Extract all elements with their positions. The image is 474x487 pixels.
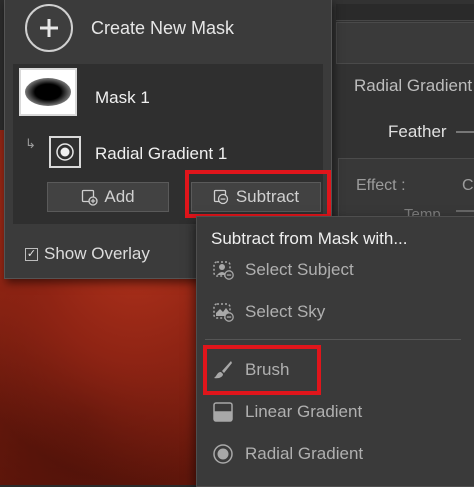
subtract-dropdown-menu: Subtract from Mask with... Select Subjec… (196, 216, 474, 487)
radial-gradient-icon (213, 444, 233, 464)
component-name[interactable]: Radial Gradient 1 (95, 144, 227, 164)
feather-label: Feather (388, 122, 447, 141)
plus-icon (40, 19, 58, 37)
menu-item-select-sky[interactable]: Select Sky (211, 297, 325, 327)
mask-name[interactable]: Mask 1 (95, 88, 150, 108)
temp-slider[interactable] (456, 210, 474, 212)
menu-item-radial-gradient[interactable]: Radial Gradient (211, 439, 363, 469)
feather-slider[interactable] (456, 131, 474, 133)
mask-list: Mask 1 ↳ Radial Gradient 1 Add Subtract (13, 64, 331, 224)
show-overlay-checkbox[interactable]: ✓ (25, 247, 38, 261)
subtract-highlight-box (185, 170, 331, 218)
show-overlay-row[interactable]: ✓ Show Overlay (25, 244, 150, 264)
effect-value[interactable]: C (462, 177, 474, 195)
select-subject-label: Select Subject (245, 260, 354, 279)
create-new-mask-button[interactable] (25, 4, 73, 52)
menu-item-select-subject[interactable]: Select Subject (211, 255, 354, 285)
radial-gradient-title: Radial Gradient (354, 76, 473, 95)
right-panel-header-box (336, 22, 474, 64)
select-sky-label: Select Sky (245, 302, 326, 321)
linear-gradient-icon (213, 402, 233, 422)
add-button-label: Add (104, 187, 135, 206)
create-new-mask-label[interactable]: Create New Mask (91, 18, 234, 39)
select-subject-icon (213, 261, 234, 280)
menu-divider (205, 339, 461, 340)
add-button[interactable]: Add (47, 182, 169, 212)
brush-highlight-box (203, 345, 321, 395)
right-panel-toolbar (336, 4, 474, 21)
menu-header: Subtract from Mask with... (211, 229, 408, 248)
subcomponent-arrow-icon: ↳ (25, 136, 36, 151)
add-mask-icon (82, 189, 99, 206)
menu-item-linear-gradient[interactable]: Linear Gradient (211, 397, 362, 427)
effect-label: Effect : (356, 177, 406, 194)
mask-thumbnail[interactable] (19, 68, 77, 116)
show-overlay-label: Show Overlay (44, 244, 150, 263)
radial-gradient-label: Radial Gradient (245, 444, 364, 463)
select-sky-icon (213, 303, 234, 322)
linear-gradient-label: Linear Gradient (245, 402, 363, 421)
radial-gradient-component-icon[interactable] (49, 136, 81, 168)
